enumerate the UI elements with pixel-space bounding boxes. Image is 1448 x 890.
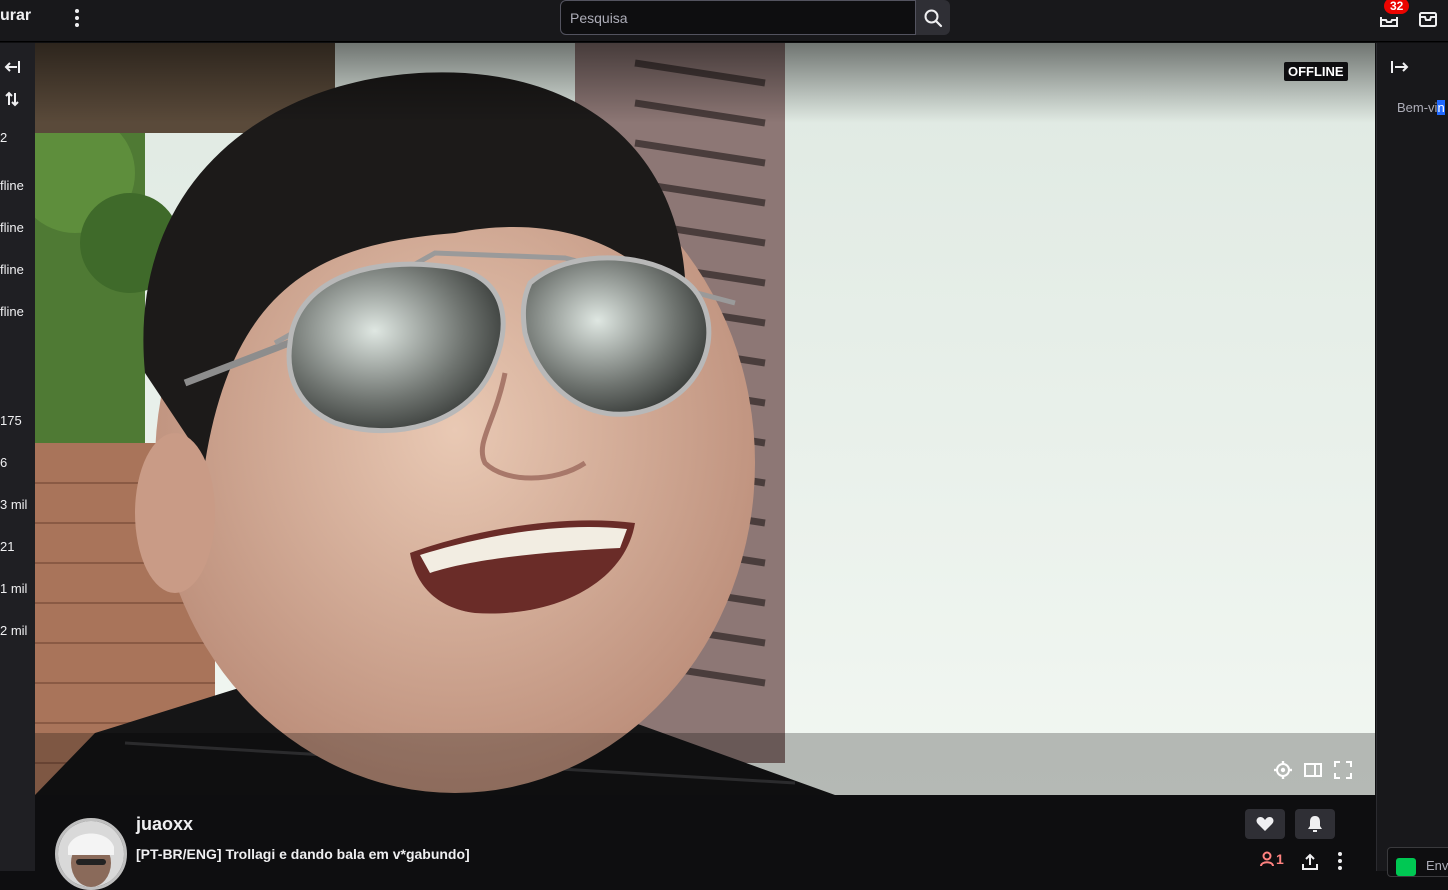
viewer-count: 1 [1260, 851, 1284, 867]
search-button[interactable] [916, 0, 950, 35]
inbox-icon [1419, 12, 1437, 27]
browse-link[interactable]: urar [0, 7, 31, 25]
channel-info-bar: juaoxx [PT-BR/ENG] Trollagi e dando bala… [35, 796, 1375, 890]
notification-count-badge: 32 [1384, 0, 1410, 14]
chat-welcome-message: Bem-vin [1397, 100, 1445, 115]
collapse-left-icon[interactable] [2, 57, 22, 77]
left-sidebar: 2 fline fline fline fline 175 6 3 mil 21… [0, 43, 35, 871]
top-navigation-bar: urar 32 [0, 0, 1448, 42]
viewer-count-value: 1 [1276, 851, 1284, 867]
sidebar-item-status[interactable]: fline [0, 178, 24, 193]
checkmark-icon [1396, 858, 1416, 876]
chat-panel: Bem-vin Env [1376, 43, 1448, 877]
player-controls [1273, 758, 1363, 782]
sidebar-item-status[interactable]: fline [0, 262, 24, 277]
avatar[interactable] [55, 818, 127, 890]
sidebar-item-viewers[interactable]: 6 [0, 455, 7, 470]
chat-welcome-selection: n [1437, 100, 1445, 115]
search-bar [560, 0, 950, 35]
whispers-button[interactable] [1418, 5, 1440, 29]
sidebar-item-status[interactable]: fline [0, 304, 24, 319]
offline-banner-image [35, 43, 1375, 795]
fullscreen-icon[interactable] [1333, 760, 1353, 780]
settings-gear-icon[interactable] [1273, 760, 1293, 780]
sidebar-item-viewers[interactable]: 21 [0, 539, 14, 554]
bell-icon [1308, 816, 1322, 832]
more-menu-icon[interactable] [68, 6, 86, 30]
sidebar-item-viewers[interactable]: 2 mil [0, 623, 27, 638]
heart-icon [1256, 817, 1274, 831]
video-player[interactable]: OFFLINE [35, 43, 1375, 795]
theatre-mode-icon[interactable] [1303, 760, 1323, 780]
chat-send-button[interactable]: Env [1387, 847, 1448, 877]
collapse-chat-icon[interactable] [1389, 57, 1411, 77]
stream-title: [PT-BR/ENG] Trollagi e dando bala em v*g… [136, 846, 470, 862]
sidebar-item-viewers[interactable]: 3 mil [0, 497, 27, 512]
sidebar-item-count[interactable]: 2 [0, 130, 7, 145]
share-icon[interactable] [1300, 852, 1320, 872]
more-options-icon[interactable] [1334, 852, 1346, 872]
viewer-person-icon [1260, 851, 1274, 867]
channel-name[interactable]: juaoxx [136, 814, 193, 835]
notification-bell-button[interactable] [1295, 809, 1335, 839]
sidebar-item-status[interactable]: fline [0, 220, 24, 235]
sidebar-item-viewers[interactable]: 1 mil [0, 581, 27, 596]
search-input[interactable] [560, 0, 916, 35]
follow-button[interactable] [1245, 809, 1285, 839]
sidebar-item-viewers[interactable]: 175 [0, 413, 22, 428]
sort-icon[interactable] [2, 89, 22, 109]
search-icon [924, 9, 943, 27]
avatar-image [58, 821, 124, 887]
chat-welcome-text: Bem-vi [1397, 100, 1438, 115]
offline-status-badge: OFFLINE [1284, 62, 1348, 81]
